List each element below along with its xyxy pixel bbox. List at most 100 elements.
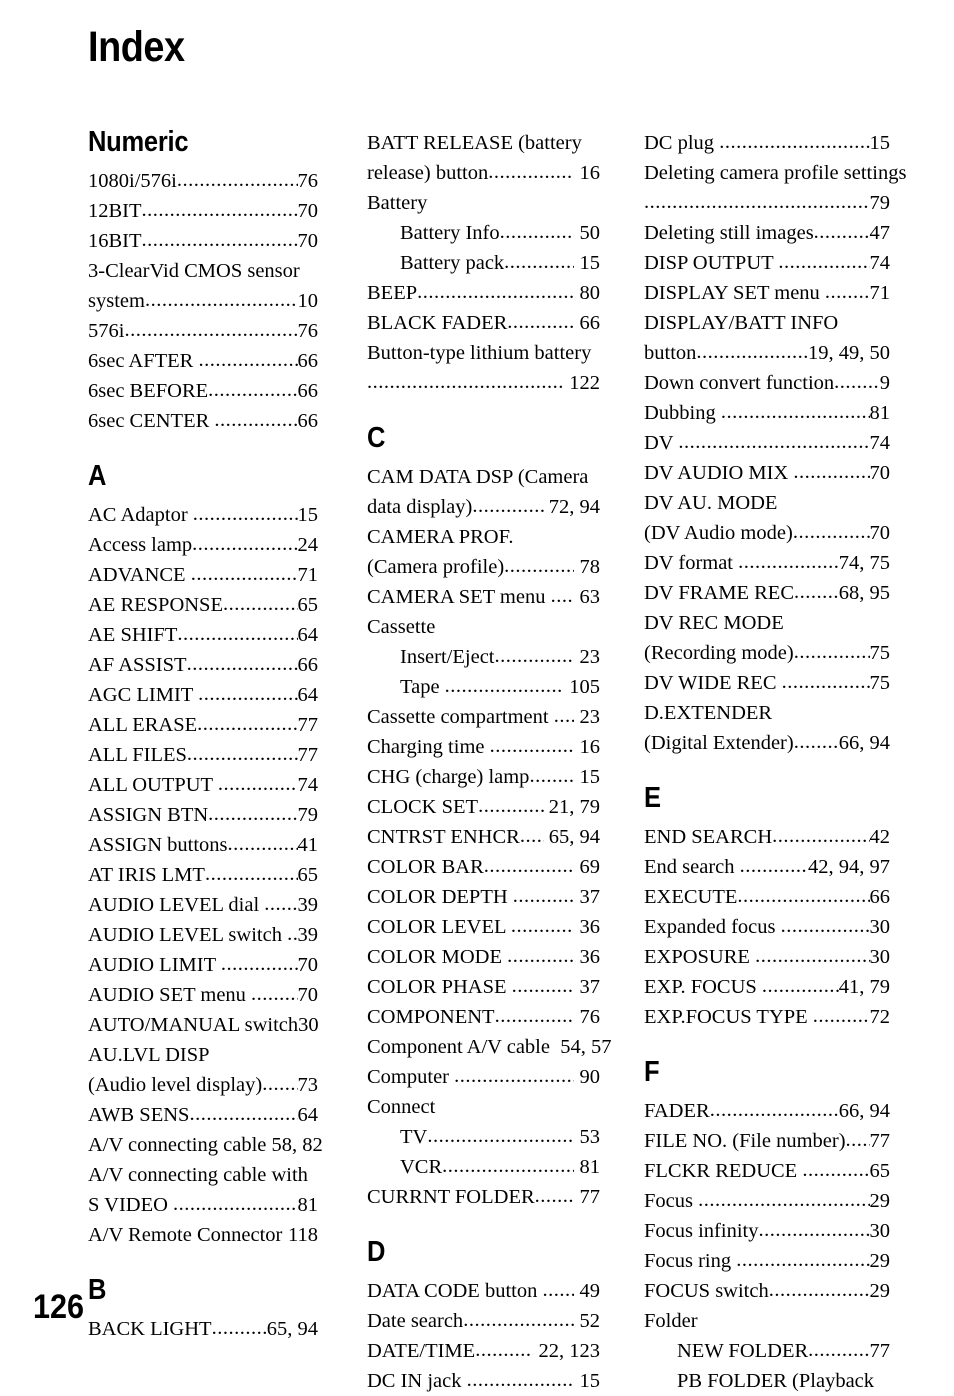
- index-entry[interactable]: 12BIT 70: [88, 196, 318, 226]
- index-entry[interactable]: CURRNT FOLDER 77: [367, 1182, 600, 1212]
- index-entry[interactable]: Computer 90: [367, 1062, 600, 1092]
- index-subentry[interactable]: PB FOLDER (Playback: [644, 1366, 890, 1396]
- index-entry[interactable]: ALL FILES 77: [88, 740, 318, 770]
- index-entry[interactable]: Dubbing 81: [644, 398, 890, 428]
- index-entry[interactable]: 6sec BEFORE 66: [88, 376, 318, 406]
- index-entry[interactable]: DC IN jack 15: [367, 1366, 600, 1396]
- index-entry[interactable]: FLCKR REDUCE 65: [644, 1156, 890, 1186]
- index-entry[interactable]: AC Adaptor 15: [88, 500, 318, 530]
- index-entry[interactable]: DISP OUTPUT 74: [644, 248, 890, 278]
- index-entry[interactable]: ALL ERASE 77: [88, 710, 318, 740]
- index-entry[interactable]: CNTRST ENHCR 65, 94: [367, 822, 600, 852]
- index-entry[interactable]: Battery: [367, 188, 600, 218]
- index-entry[interactable]: AGC LIMIT 64: [88, 680, 318, 710]
- index-entry[interactable]: ALL OUTPUT 74: [88, 770, 318, 800]
- index-entry[interactable]: DV format 74, 75: [644, 548, 890, 578]
- index-entry[interactable]: 16BIT 70: [88, 226, 318, 256]
- index-entry[interactable]: Expanded focus 30: [644, 912, 890, 942]
- index-entry[interactable]: Date search 52: [367, 1306, 600, 1336]
- index-entry[interactable]: Cassette compartment 23: [367, 702, 600, 732]
- index-entry[interactable]: Focus ring 29: [644, 1246, 890, 1276]
- index-entry[interactable]: AT IRIS LMT 65: [88, 860, 318, 890]
- index-entry[interactable]: A/V connecting cable 58, 82: [88, 1130, 323, 1160]
- index-subentry[interactable]: Insert/Eject 23: [367, 642, 600, 672]
- index-entry[interactable]: Cassette: [367, 612, 600, 642]
- index-subentry[interactable]: VCR 81: [367, 1152, 600, 1182]
- index-entry[interactable]: AUDIO LEVEL dial 39: [88, 890, 318, 920]
- index-entry[interactable]: Charging time 16: [367, 732, 600, 762]
- index-entry[interactable]: DV REC MODE (Recording mode) 75: [644, 608, 890, 668]
- index-entry[interactable]: BLACK FADER 66: [367, 308, 600, 338]
- index-entry[interactable]: DV 74: [644, 428, 890, 458]
- index-entry[interactable]: AUDIO LEVEL switch 39: [88, 920, 318, 950]
- index-subentry[interactable]: Battery pack 15: [367, 248, 600, 278]
- index-entry[interactable]: Button-type lithium battery 122: [367, 338, 600, 398]
- index-subentry[interactable]: TV 53: [367, 1122, 600, 1152]
- index-entry[interactable]: Folder: [644, 1306, 890, 1336]
- entry-term: A/V connecting cable: [88, 1134, 272, 1156]
- index-entry[interactable]: DISPLAY/BATT INFO button 19, 49, 50: [644, 308, 890, 368]
- index-entry[interactable]: CAM DATA DSP (Camera data display) 72, 94: [367, 462, 600, 522]
- index-entry[interactable]: 6sec CENTER 66: [88, 406, 318, 436]
- index-entry[interactable]: CHG (charge) lamp 15: [367, 762, 600, 792]
- index-entry[interactable]: Down convert function 9: [644, 368, 890, 398]
- index-entry[interactable]: Focus 29: [644, 1186, 890, 1216]
- index-subentry[interactable]: Tape 105: [367, 672, 600, 702]
- index-entry[interactable]: CLOCK SET 21, 79: [367, 792, 600, 822]
- index-entry[interactable]: CAMERA SET menu 63: [367, 582, 600, 612]
- index-entry[interactable]: ASSIGN buttons 41: [88, 830, 318, 860]
- index-entry[interactable]: 6sec AFTER 66: [88, 346, 318, 376]
- index-entry[interactable]: DATE/TIME 22, 123: [367, 1336, 600, 1366]
- index-entry[interactable]: Access lamp 24: [88, 530, 318, 560]
- index-entry[interactable]: DISPLAY SET menu 71: [644, 278, 890, 308]
- index-entry[interactable]: DV WIDE REC 75: [644, 668, 890, 698]
- index-entry[interactable]: DV FRAME REC 68, 95: [644, 578, 890, 608]
- index-entry[interactable]: AF ASSIST 66: [88, 650, 318, 680]
- index-entry[interactable]: COMPONENT 76: [367, 1002, 600, 1032]
- index-entry[interactable]: AE SHIFT 64: [88, 620, 318, 650]
- index-entry[interactable]: ADVANCE 71: [88, 560, 318, 590]
- index-entry[interactable]: FOCUS switch 29: [644, 1276, 890, 1306]
- index-entry[interactable]: Deleting camera profile settings 79: [644, 158, 906, 218]
- index-entry[interactable]: ASSIGN BTN 79: [88, 800, 318, 830]
- index-entry[interactable]: D.EXTENDER (Digital Extender) 66, 94: [644, 698, 890, 758]
- index-entry[interactable]: CAMERA PROF. (Camera profile) 78: [367, 522, 600, 582]
- index-entry[interactable]: AE RESPONSE 65: [88, 590, 318, 620]
- index-entry[interactable]: FADER 66, 94: [644, 1096, 890, 1126]
- index-entry[interactable]: DATA CODE button 49: [367, 1276, 600, 1306]
- index-entry[interactable]: 576i 76: [88, 316, 318, 346]
- index-entry[interactable]: COLOR LEVEL 36: [367, 912, 600, 942]
- index-entry[interactable]: A/V Remote Connector 118: [88, 1220, 318, 1250]
- index-entry[interactable]: EXP. FOCUS 41, 79: [644, 972, 890, 1002]
- index-entry[interactable]: AU.LVL DISP (Audio level display) 73: [88, 1040, 318, 1100]
- index-entry[interactable]: BATT RELEASE (battery release) button 16: [367, 128, 600, 188]
- index-subentry[interactable]: NEW FOLDER 77: [644, 1336, 890, 1366]
- index-entry[interactable]: Component A/V cable 54, 57: [367, 1032, 611, 1062]
- index-entry[interactable]: AUTO/MANUAL switch 30: [88, 1010, 319, 1040]
- index-entry[interactable]: AWB SENS 64: [88, 1100, 318, 1130]
- index-entry[interactable]: Connect: [367, 1092, 600, 1122]
- index-entry[interactable]: 3-ClearVid CMOS sensor system 10: [88, 256, 318, 316]
- index-entry[interactable]: BEEP 80: [367, 278, 600, 308]
- index-entry[interactable]: EXECUTE 66: [644, 882, 890, 912]
- index-entry[interactable]: DC plug 15: [644, 128, 890, 158]
- index-entry[interactable]: FILE NO. (File number) 77: [644, 1126, 890, 1156]
- index-subentry[interactable]: Battery Info 50: [367, 218, 600, 248]
- index-entry[interactable]: END SEARCH 42: [644, 822, 890, 852]
- index-entry[interactable]: Focus infinity 30: [644, 1216, 890, 1246]
- index-entry[interactable]: A/V connecting cable with S VIDEO 81: [88, 1160, 318, 1220]
- index-entry[interactable]: EXP.FOCUS TYPE 72: [644, 1002, 890, 1032]
- index-entry[interactable]: End search 42, 94, 97: [644, 852, 890, 882]
- index-entry[interactable]: 1080i/576i 76: [88, 166, 318, 196]
- index-entry[interactable]: COLOR MODE 36: [367, 942, 600, 972]
- index-entry[interactable]: DV AU. MODE (DV Audio mode) 70: [644, 488, 890, 548]
- index-entry[interactable]: BACK LIGHT 65, 94: [88, 1314, 318, 1344]
- index-entry[interactable]: DV AUDIO MIX 70: [644, 458, 890, 488]
- index-entry[interactable]: COLOR PHASE 37: [367, 972, 600, 1002]
- index-entry[interactable]: COLOR DEPTH 37: [367, 882, 600, 912]
- index-entry[interactable]: AUDIO LIMIT 70: [88, 950, 318, 980]
- index-entry[interactable]: AUDIO SET menu 70: [88, 980, 318, 1010]
- index-entry[interactable]: COLOR BAR 69: [367, 852, 600, 882]
- index-entry[interactable]: EXPOSURE 30: [644, 942, 890, 972]
- index-entry[interactable]: Deleting still images 47: [644, 218, 890, 248]
